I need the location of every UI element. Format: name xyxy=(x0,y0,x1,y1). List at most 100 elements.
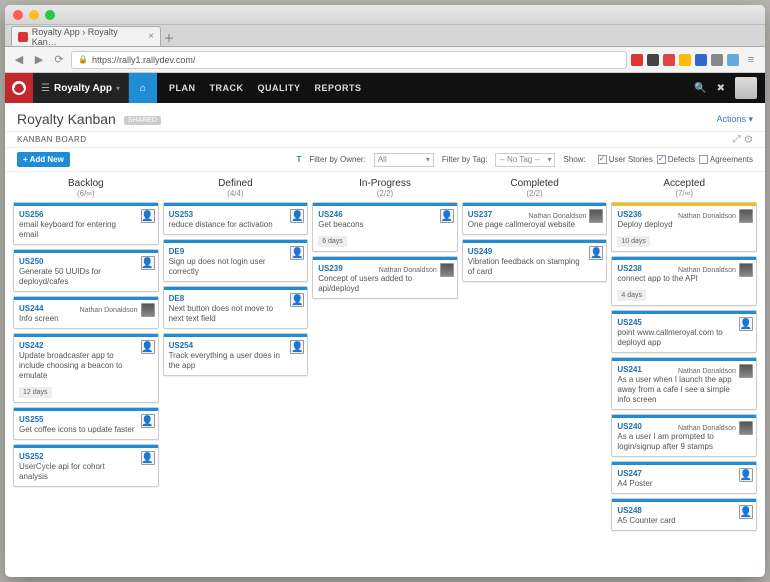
actions-menu[interactable]: Actions ▾ xyxy=(716,114,753,125)
tools-icon[interactable]: ✖ xyxy=(717,83,725,94)
card-id[interactable]: US255 xyxy=(19,415,153,424)
card-id[interactable]: US245 xyxy=(617,318,751,327)
kanban-card[interactable]: Nathan Donaldson US238 connect app to th… xyxy=(611,256,757,306)
ext-icon[interactable] xyxy=(727,54,739,66)
ext-icon[interactable] xyxy=(647,54,659,66)
kanban-column: Backlog (6/∞) 👤 US256 email keyboard for… xyxy=(13,176,159,535)
nav-quality[interactable]: QUALITY xyxy=(257,83,300,93)
column-count: (2/2) xyxy=(462,189,608,198)
card-id[interactable]: US253 xyxy=(169,210,303,219)
card-id[interactable]: US247 xyxy=(617,469,751,478)
card-id[interactable]: US256 xyxy=(19,210,153,219)
kanban-card[interactable]: Nathan Donaldson US240 As a user I am pr… xyxy=(611,414,757,457)
person-icon: 👤 xyxy=(589,246,603,260)
kanban-card[interactable]: Nathan Donaldson US244 Info screen xyxy=(13,296,159,329)
new-tab-button[interactable]: ＋ xyxy=(161,30,177,46)
add-new-button[interactable]: + Add New xyxy=(17,152,70,167)
show-option[interactable]: Agreements xyxy=(699,155,753,164)
card-id[interactable]: DE9 xyxy=(169,247,303,256)
minimize-window-button[interactable] xyxy=(29,10,39,20)
show-option[interactable]: Defects xyxy=(657,155,695,164)
ext-icon[interactable] xyxy=(679,54,691,66)
column-count: (4/4) xyxy=(163,189,309,198)
kanban-card[interactable]: 👤 US253 reduce distance for activation xyxy=(163,202,309,235)
card-id[interactable]: US242 xyxy=(19,341,153,350)
card-title: Concept of users added to api/deployd xyxy=(318,274,452,294)
card-id[interactable]: US250 xyxy=(19,257,153,266)
card-title: Next button does not move to next text f… xyxy=(169,304,303,324)
card-id[interactable]: DE8 xyxy=(169,294,303,303)
column-header: Defined (4/4) xyxy=(163,176,309,202)
kanban-column: In-Progress (2/2) 👤 US246 Get beacons 6 … xyxy=(312,176,458,535)
kanban-card[interactable]: Nathan Donaldson US239 Concept of users … xyxy=(312,256,458,299)
zoom-window-button[interactable] xyxy=(45,10,55,20)
nav-plan[interactable]: PLAN xyxy=(169,83,196,93)
user-avatar[interactable] xyxy=(735,77,757,99)
card-age-badge: 4 days xyxy=(617,290,646,301)
column-name: Completed xyxy=(462,178,608,189)
project-picker[interactable]: ☰ Royalty App ▾ xyxy=(33,73,129,103)
column-header: Backlog (6/∞) xyxy=(13,176,159,202)
card-id[interactable]: US254 xyxy=(169,341,303,350)
card-owner: 👤 xyxy=(739,317,753,331)
ext-icon[interactable] xyxy=(711,54,723,66)
kanban-card[interactable]: 👤 US249 Vibration feedback on stamping o… xyxy=(462,239,608,282)
avatar-icon xyxy=(141,303,155,317)
kanban-card[interactable]: 👤 US254 Track everything a user does in … xyxy=(163,333,309,376)
chevron-down-icon: ▾ xyxy=(547,155,551,164)
close-window-button[interactable] xyxy=(13,10,23,20)
kanban-card[interactable]: 👤 DE9 Sign up does not login user correc… xyxy=(163,239,309,282)
gear-icon[interactable]: ⚙ xyxy=(744,134,753,145)
ext-icon[interactable] xyxy=(663,54,675,66)
kanban-card[interactable]: 👤 US242 Update broadcaster app to includ… xyxy=(13,333,159,403)
checkbox-icon xyxy=(657,155,666,164)
card-id[interactable]: US249 xyxy=(468,247,602,256)
kanban-card[interactable]: Nathan Donaldson US236 Deploy deployd 10… xyxy=(611,202,757,252)
filter-funnel-icon[interactable]: T xyxy=(296,155,301,164)
filter-tag-select[interactable]: -- No Tag --▾ xyxy=(495,153,555,167)
card-id[interactable]: US252 xyxy=(19,452,153,461)
avatar-icon xyxy=(589,209,603,223)
card-title: point www.callmeroyal.com to deployd app xyxy=(617,328,751,348)
kanban-card[interactable]: 👤 US248 A5 Counter card xyxy=(611,498,757,531)
card-id[interactable]: US248 xyxy=(617,506,751,515)
card-title: Track everything a user does in the app xyxy=(169,351,303,371)
home-button[interactable]: ⌂ xyxy=(129,73,157,103)
nav-track[interactable]: TRACK xyxy=(209,83,243,93)
card-title: reduce distance for activation xyxy=(169,220,303,230)
show-option[interactable]: User Stories xyxy=(598,155,653,164)
expand-icon[interactable]: ⤢ xyxy=(733,134,742,145)
ext-icon[interactable] xyxy=(631,54,643,66)
kanban-card[interactable]: 👤 US245 point www.callmeroyal.com to dep… xyxy=(611,310,757,353)
ext-icon[interactable] xyxy=(695,54,707,66)
browser-tab[interactable]: Royalty App › Royalty Kan… × xyxy=(11,26,161,46)
kanban-card[interactable]: Nathan Donaldson US241 As a user when I … xyxy=(611,357,757,410)
main-nav: PLAN TRACK QUALITY REPORTS xyxy=(157,83,374,93)
search-icon[interactable]: 🔍 xyxy=(694,83,706,94)
card-owner: 👤 xyxy=(290,209,304,223)
kanban-column: Accepted (7/∞) Nathan Donaldson US236 De… xyxy=(611,176,757,535)
kanban-card[interactable]: 👤 US250 Generate 50 UUIDs for deployd/ca… xyxy=(13,249,159,292)
kanban-card[interactable]: 👤 US256 email keyboard for entering emai… xyxy=(13,202,159,245)
card-owner: 👤 xyxy=(589,246,603,260)
kanban-card[interactable]: 👤 US247 A4 Poster xyxy=(611,461,757,494)
menu-button[interactable]: ≡ xyxy=(743,54,759,66)
rally-logo[interactable] xyxy=(5,73,33,103)
kanban-card[interactable]: 👤 US255 Get coffee icons to update faste… xyxy=(13,407,159,440)
kanban-card[interactable]: Nathan Donaldson US237 One page callmero… xyxy=(462,202,608,235)
kanban-card[interactable]: 👤 DE8 Next button does not move to next … xyxy=(163,286,309,329)
tab-close-icon[interactable]: × xyxy=(148,31,154,42)
address-bar[interactable]: 🔒 https://rally1.rallydev.com/ xyxy=(71,51,627,69)
nav-reports[interactable]: REPORTS xyxy=(314,83,361,93)
card-title: Get beacons xyxy=(318,220,452,230)
forward-button[interactable]: ▶ xyxy=(31,53,47,66)
url-text: https://rally1.rallydev.com/ xyxy=(92,55,195,65)
card-title: A5 Counter card xyxy=(617,516,751,526)
column-name: Defined xyxy=(163,178,309,189)
card-id[interactable]: US246 xyxy=(318,210,452,219)
back-button[interactable]: ◀ xyxy=(11,53,27,66)
reload-button[interactable]: ⟳ xyxy=(51,53,67,66)
kanban-card[interactable]: 👤 US252 UserCycle api for cohort analysi… xyxy=(13,444,159,487)
kanban-card[interactable]: 👤 US246 Get beacons 6 days xyxy=(312,202,458,252)
filter-owner-select[interactable]: All▾ xyxy=(374,153,434,167)
